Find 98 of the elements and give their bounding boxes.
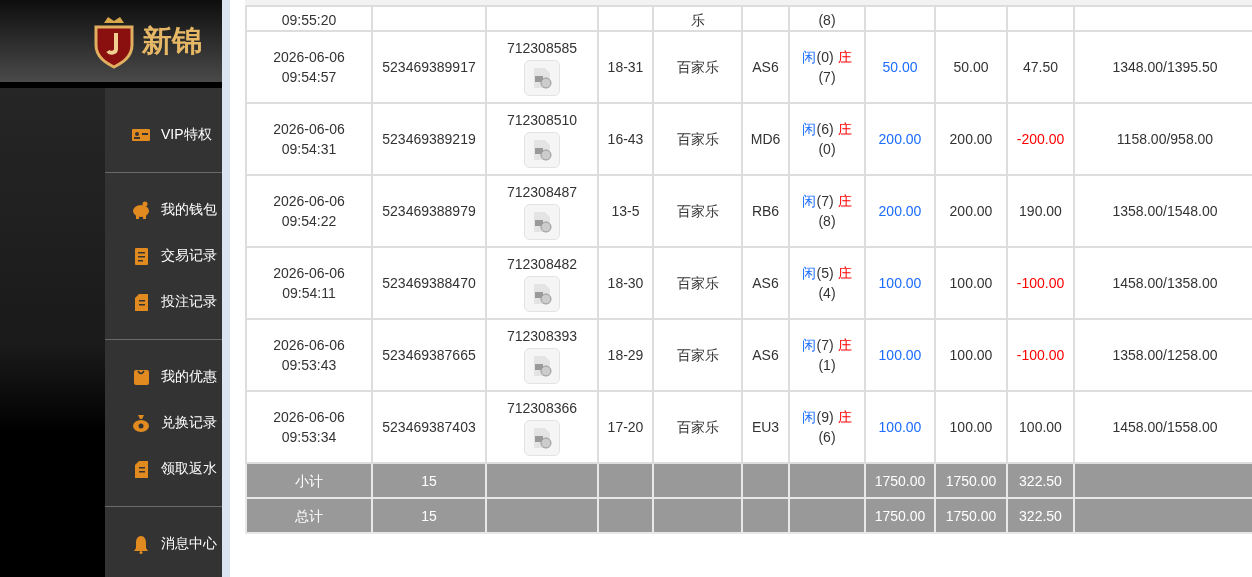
table-cell: AS6 [742, 319, 789, 391]
result-cell: 闲(6) 庄 (0) [789, 103, 865, 175]
table-cell: 200.00 [865, 103, 935, 175]
video-file-icon[interactable] [524, 204, 560, 240]
table-cell: 712308482 [506, 256, 578, 272]
video-file-icon[interactable] [524, 276, 560, 312]
table-cell: 712308393 [506, 328, 578, 344]
table-cell: 百家乐 [653, 391, 742, 463]
menu-item[interactable]: 我的优惠 [105, 354, 222, 400]
table-cell: 100.00 [935, 391, 1007, 463]
table-cell: 523469389917 [372, 31, 486, 103]
table-cell: 50.00 [935, 31, 1007, 103]
table-cell: 190.00 [1007, 175, 1074, 247]
table-cell: AS6 [742, 31, 789, 103]
table-cell: 1750.00 [865, 498, 935, 533]
table-cell: 1158.00/958.00 [1074, 103, 1252, 175]
menu-item[interactable]: 消息中心 [105, 521, 222, 567]
video-file-icon[interactable] [524, 348, 560, 384]
table-cell: 15 [372, 463, 486, 498]
table-cell: 百家乐 [653, 319, 742, 391]
table-cell: 15 [372, 498, 486, 533]
money-bag-icon [131, 413, 151, 433]
table-cell: 100.00 [865, 319, 935, 391]
table-cell: EU3 [742, 391, 789, 463]
bag-icon [131, 367, 151, 387]
table-cell: -100.00 [1007, 319, 1074, 391]
table-cell: 322.50 [1007, 463, 1074, 498]
table-cell: 18-29 [598, 319, 653, 391]
table-cell: 47.50 [1007, 31, 1074, 103]
video-file-icon[interactable] [524, 132, 560, 168]
table-cell: (8) [789, 6, 865, 31]
table-cell: 2026-06-06 09:53:34 [246, 391, 372, 463]
table-cell: 200.00 [865, 175, 935, 247]
table-cell: 50.00 [865, 31, 935, 103]
table-cell: 1458.00/1558.00 [1074, 391, 1252, 463]
logo-text: 新锦 [142, 21, 202, 60]
table-cell: 17-20 [598, 391, 653, 463]
result-cell: 闲(9) 庄 (6) [789, 391, 865, 463]
menu-item[interactable]: VIP特权 [105, 112, 222, 158]
menu-item[interactable]: 投注记录 [105, 279, 222, 325]
table-cell: 523469387665 [372, 319, 486, 391]
table-cell: 712308366 [506, 400, 578, 416]
table-cell: 乐 [653, 6, 742, 31]
table-cell: 100.00 [935, 247, 1007, 319]
table-cell: 百家乐 [653, 103, 742, 175]
table-cell: 523469389219 [372, 103, 486, 175]
table-cell: 200.00 [935, 175, 1007, 247]
table-cell: RB6 [742, 175, 789, 247]
bell-icon [131, 534, 151, 554]
table-cell: 09:55:20 [246, 6, 372, 31]
table-cell: MD6 [742, 103, 789, 175]
table-cell: 2026-06-06 09:54:11 [246, 247, 372, 319]
table-cell: 18-30 [598, 247, 653, 319]
menu-item[interactable]: 交易记录 [105, 233, 222, 279]
table-cell: 1358.00/1258.00 [1074, 319, 1252, 391]
table-cell: 523469388979 [372, 175, 486, 247]
table-cell: 18-31 [598, 31, 653, 103]
table-cell: 小计 [246, 463, 372, 498]
piggy-bank-icon [131, 200, 151, 220]
menu-item[interactable]: 我的钱包 [105, 187, 222, 233]
table-cell: 百家乐 [653, 175, 742, 247]
table-cell: 2026-06-06 09:54:31 [246, 103, 372, 175]
table-cell: 100.00 [1007, 391, 1074, 463]
table-cell: 1750.00 [935, 463, 1007, 498]
table-cell: 1348.00/1395.50 [1074, 31, 1252, 103]
table-cell: 100.00 [865, 247, 935, 319]
result-cell: 闲(7) 庄 (1) [789, 319, 865, 391]
table-cell: -200.00 [1007, 103, 1074, 175]
table-cell: 523469387403 [372, 391, 486, 463]
table-cell: 712308487 [506, 184, 578, 200]
result-cell: 闲(7) 庄 (8) [789, 175, 865, 247]
video-file-icon[interactable] [524, 420, 560, 456]
table-cell: 712308585 [506, 40, 578, 56]
menu-item[interactable]: 兑换记录 [105, 400, 222, 446]
table-cell: 100.00 [865, 391, 935, 463]
result-cell: 闲(0) 庄 (7) [789, 31, 865, 103]
table-cell: 16-43 [598, 103, 653, 175]
table-cell: 712308510 [506, 112, 578, 128]
table-cell: 200.00 [935, 103, 1007, 175]
table-cell: 523469388470 [372, 247, 486, 319]
table-cell: 2026-06-06 09:54:57 [246, 31, 372, 103]
table-cell: 2026-06-06 09:53:43 [246, 319, 372, 391]
table-cell: 2026-06-06 09:54:22 [246, 175, 372, 247]
table-cell: 13-5 [598, 175, 653, 247]
table-cell: -100.00 [1007, 247, 1074, 319]
table-cell: 总计 [246, 498, 372, 533]
table-cell: AS6 [742, 247, 789, 319]
table-cell: 百家乐 [653, 247, 742, 319]
table-cell: 百家乐 [653, 31, 742, 103]
table-cell: 322.50 [1007, 498, 1074, 533]
table-cell: 100.00 [935, 319, 1007, 391]
table-cell: 1458.00/1358.00 [1074, 247, 1252, 319]
table-cell: 1750.00 [935, 498, 1007, 533]
result-cell: 闲(5) 庄 (4) [789, 247, 865, 319]
table-cell: 1750.00 [865, 463, 935, 498]
menu-item[interactable]: 领取返水 [105, 446, 222, 492]
table-cell: 1358.00/1548.00 [1074, 175, 1252, 247]
video-file-icon[interactable] [524, 60, 560, 96]
